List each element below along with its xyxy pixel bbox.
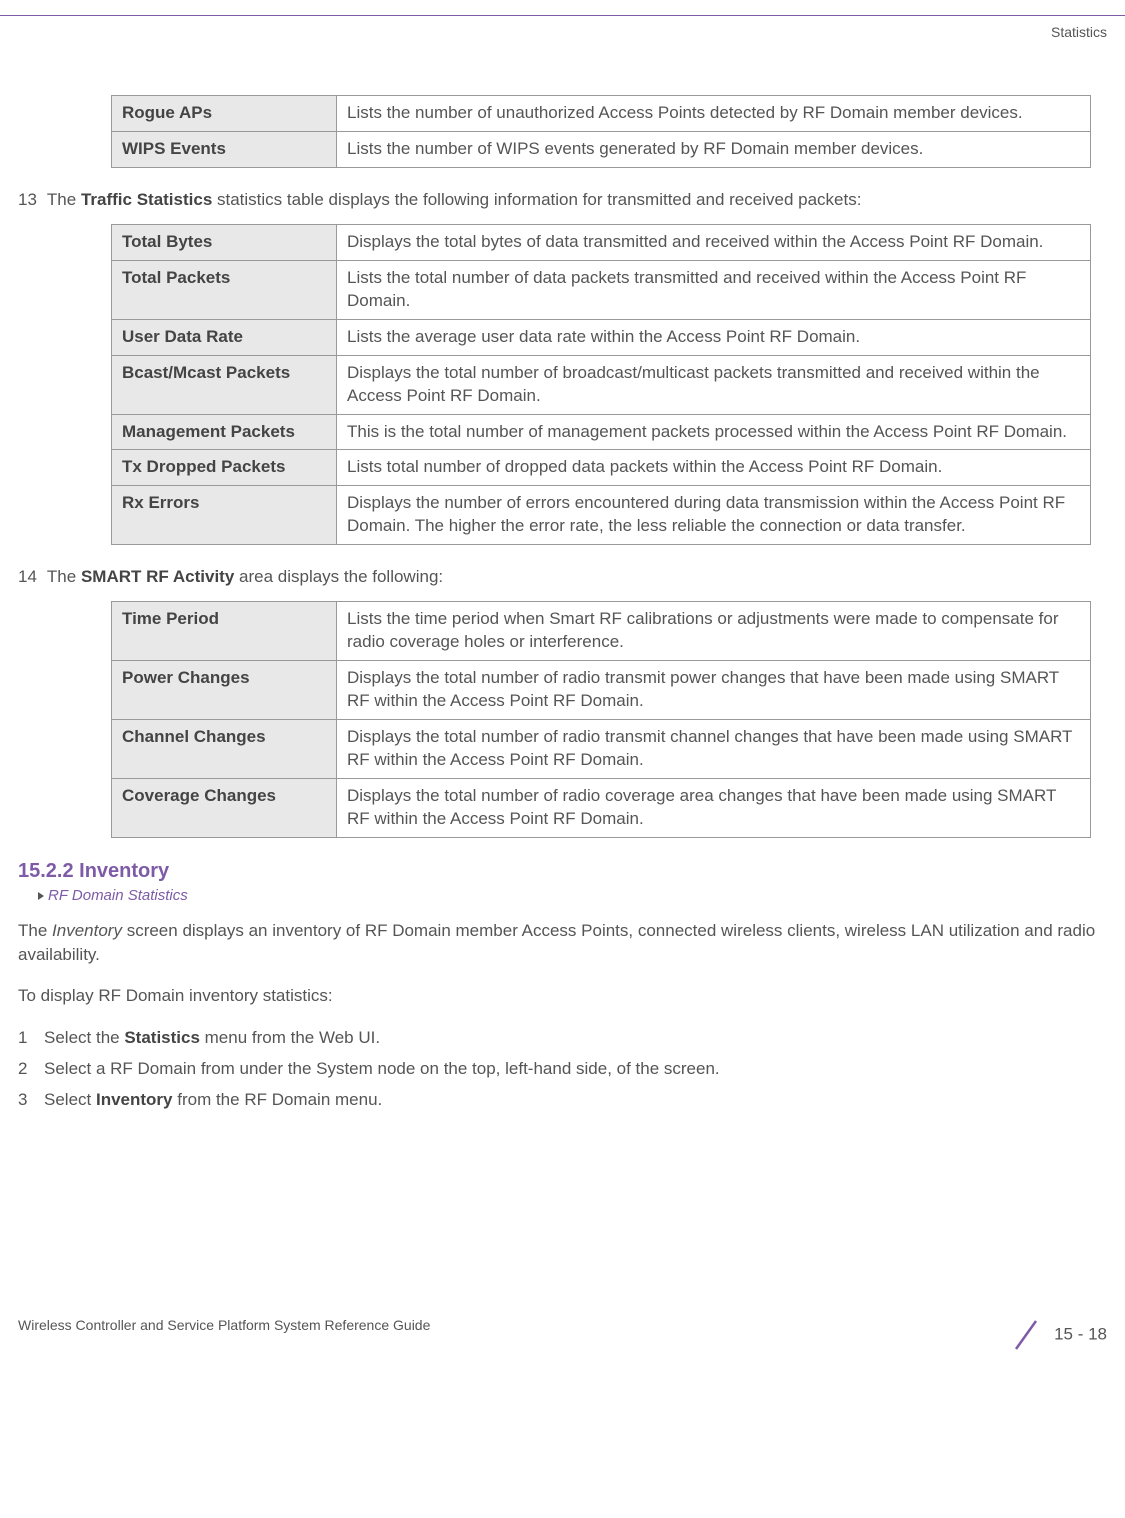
table-desc: Lists total number of dropped data packe…	[337, 450, 1091, 486]
table-row: Power Changes Displays the total number …	[112, 661, 1091, 720]
text: from the RF Domain menu.	[173, 1090, 383, 1109]
text: Select the	[44, 1028, 124, 1047]
table-row: Management Packets This is the total num…	[112, 414, 1091, 450]
step-number: 13	[18, 190, 37, 210]
table-desc: Lists the number of WIPS events generate…	[337, 131, 1091, 167]
table-label: Power Changes	[112, 661, 337, 720]
text: Select a RF Domain from under the System…	[44, 1059, 720, 1078]
table-desc: Lists the average user data rate within …	[337, 319, 1091, 355]
table-label: Time Period	[112, 602, 337, 661]
table-rogue-wips: Rogue APs Lists the number of unauthoriz…	[111, 95, 1091, 168]
term-statistics: Statistics	[124, 1028, 200, 1047]
table-row: Rogue APs Lists the number of unauthoriz…	[112, 96, 1091, 132]
table-desc: Displays the total bytes of data transmi…	[337, 224, 1091, 260]
table-label: Coverage Changes	[112, 778, 337, 837]
text: menu from the Web UI.	[200, 1028, 380, 1047]
text: screen displays an inventory of RF Domai…	[18, 921, 1095, 964]
header-top-rule	[0, 15, 1125, 16]
arrow-right-icon	[38, 892, 44, 900]
table-label: Management Packets	[112, 414, 337, 450]
term-smart-rf-activity: SMART RF Activity	[81, 567, 234, 586]
table-row: Tx Dropped Packets Lists total number of…	[112, 450, 1091, 486]
step-14-text: 14 The SMART RF Activity area displays th…	[18, 567, 1107, 587]
list-item: 2 Select a RF Domain from under the Syste…	[18, 1057, 1107, 1081]
term-inventory: Inventory	[52, 921, 122, 940]
table-row: Total Packets Lists the total number of …	[112, 260, 1091, 319]
list-item: 1 Select the Statistics menu from the Web…	[18, 1026, 1107, 1050]
text: The	[47, 190, 81, 209]
table-label: WIPS Events	[112, 131, 337, 167]
steps-list: 1 Select the Statistics menu from the Web…	[18, 1026, 1107, 1111]
footer-page-number: 15 - 18	[1008, 1317, 1107, 1353]
text: The	[47, 567, 81, 586]
page-content: Rogue APs Lists the number of unauthoriz…	[0, 95, 1125, 1112]
table-desc: Displays the total number of radio trans…	[337, 720, 1091, 779]
table-row: Bcast/Mcast Packets Displays the total n…	[112, 355, 1091, 414]
text: The	[18, 921, 52, 940]
text: statistics table displays the following …	[212, 190, 861, 209]
table-label: Total Bytes	[112, 224, 337, 260]
table-smart-rf-activity: Time Period Lists the time period when S…	[111, 601, 1091, 838]
table-desc: Displays the total number of broadcast/m…	[337, 355, 1091, 414]
table-label: Rx Errors	[112, 486, 337, 545]
table-label: Bcast/Mcast Packets	[112, 355, 337, 414]
table-row: Rx Errors Displays the number of errors …	[112, 486, 1091, 545]
section-heading-inventory: 15.2.2 Inventory	[18, 860, 1107, 883]
table-row: Total Bytes Displays the total bytes of …	[112, 224, 1091, 260]
table-desc: Lists the number of unauthorized Access …	[337, 96, 1091, 132]
list-item: 3 Select Inventory from the RF Domain men…	[18, 1088, 1107, 1112]
text: Select	[44, 1090, 96, 1109]
table-desc: Displays the total number of radio trans…	[337, 661, 1091, 720]
step-number: 2	[18, 1057, 36, 1081]
table-label: Rogue APs	[112, 96, 337, 132]
table-row: User Data Rate Lists the average user da…	[112, 319, 1091, 355]
table-desc: Displays the number of errors encountere…	[337, 486, 1091, 545]
footer-guide-title: Wireless Controller and Service Platform…	[18, 1317, 430, 1333]
table-label: Channel Changes	[112, 720, 337, 779]
page-number-text: 15 - 18	[1054, 1324, 1107, 1343]
slash-icon	[1008, 1317, 1044, 1353]
table-row: Time Period Lists the time period when S…	[112, 602, 1091, 661]
table-desc: Displays the total number of radio cover…	[337, 778, 1091, 837]
term-inventory-menu: Inventory	[96, 1090, 173, 1109]
page-footer: Wireless Controller and Service Platform…	[0, 1317, 1125, 1373]
table-traffic-statistics: Total Bytes Displays the total bytes of …	[111, 224, 1091, 545]
step-number: 3	[18, 1088, 36, 1112]
table-label: Total Packets	[112, 260, 337, 319]
breadcrumb-text: RF Domain Statistics	[48, 887, 188, 904]
table-desc: Lists the total number of data packets t…	[337, 260, 1091, 319]
inventory-paragraph: The Inventory screen displays an invento…	[18, 919, 1107, 967]
instruction-lead: To display RF Domain inventory statistic…	[18, 984, 1107, 1008]
table-desc: This is the total number of management p…	[337, 414, 1091, 450]
table-desc: Lists the time period when Smart RF cali…	[337, 602, 1091, 661]
text: area displays the following:	[234, 567, 443, 586]
table-label: Tx Dropped Packets	[112, 450, 337, 486]
breadcrumb: RF Domain Statistics	[38, 887, 1107, 904]
table-row: Coverage Changes Displays the total numb…	[112, 778, 1091, 837]
table-row: WIPS Events Lists the number of WIPS eve…	[112, 131, 1091, 167]
step-13-text: 13 The Traffic Statistics statistics tabl…	[18, 190, 1107, 210]
table-label: User Data Rate	[112, 319, 337, 355]
step-number: 14	[18, 567, 37, 587]
term-traffic-statistics: Traffic Statistics	[81, 190, 212, 209]
table-row: Channel Changes Displays the total numbe…	[112, 720, 1091, 779]
header-section-label: Statistics	[0, 24, 1107, 40]
step-number: 1	[18, 1026, 36, 1050]
